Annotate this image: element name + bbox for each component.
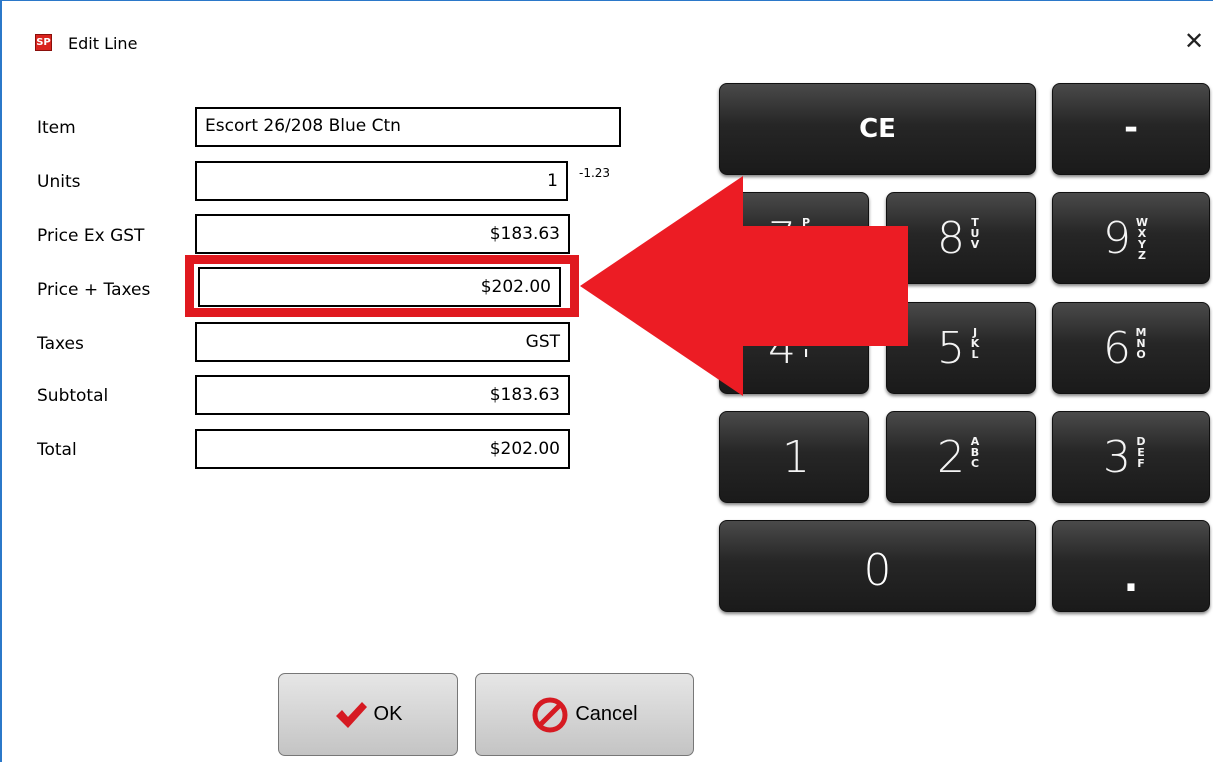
keypad-3-button[interactable]: 3 DEF xyxy=(1052,411,1210,503)
units-hint: -1.23 xyxy=(579,166,611,180)
keypad-9-button[interactable]: 9 WXYZ xyxy=(1052,192,1210,284)
price-ex-gst-label: Price Ex GST xyxy=(37,226,145,246)
dot-label: . xyxy=(1123,555,1139,601)
subtotal-label: Subtotal xyxy=(37,386,109,406)
subtotal-field[interactable]: $183.63 xyxy=(195,375,570,415)
keypad-8-button[interactable]: 8 TUV xyxy=(886,192,1036,284)
keypad-6-button[interactable]: 6 MNO xyxy=(1052,302,1210,394)
letters-8: TUV xyxy=(970,216,980,251)
cancel-label: Cancel xyxy=(575,703,638,725)
letters-4: HI xyxy=(801,336,811,360)
digit-7: 7 xyxy=(768,213,796,264)
units-field[interactable]: 1 xyxy=(195,161,568,201)
keypad-7-button[interactable]: 7 P xyxy=(719,192,869,284)
keypad-0-button[interactable]: 0 xyxy=(719,520,1036,612)
digit-8: 8 xyxy=(937,213,965,264)
ok-label: OK xyxy=(373,703,403,725)
letters-3: DEF xyxy=(1136,435,1146,470)
edit-line-dialog: SP Edit Line ✕ Item Units Price Ex GST P… xyxy=(0,0,1213,762)
keypad-ce-button[interactable]: CE xyxy=(719,83,1036,175)
keypad-1-button[interactable]: 1 xyxy=(719,411,869,503)
prohibited-icon xyxy=(532,697,568,732)
price-plus-taxes-label: Price + Taxes xyxy=(37,280,151,300)
taxes-label: Taxes xyxy=(37,334,84,354)
total-field[interactable]: $202.00 xyxy=(195,429,570,469)
window-title: Edit Line xyxy=(68,34,138,53)
cancel-button[interactable]: Cancel xyxy=(475,673,694,756)
digit-6: 6 xyxy=(1103,323,1131,374)
keypad-4-button[interactable]: 4 HI xyxy=(719,302,869,394)
title-bar: SP Edit Line ✕ xyxy=(2,1,1213,55)
letters-9: WXYZ xyxy=(1135,216,1149,262)
units-label: Units xyxy=(37,172,81,192)
digit-5: 5 xyxy=(937,323,965,374)
close-icon[interactable]: ✕ xyxy=(1180,27,1208,55)
letters-7: P xyxy=(801,216,811,229)
keypad-5-button[interactable]: 5 JKL xyxy=(886,302,1036,394)
price-ex-gst-field[interactable]: $183.63 xyxy=(195,214,570,254)
keypad-minus-button[interactable]: - xyxy=(1052,83,1210,175)
keypad-2-button[interactable]: 2 ABC xyxy=(886,411,1036,503)
ce-label: CE xyxy=(859,114,896,144)
digit-2: 2 xyxy=(937,432,965,483)
digit-0: 0 xyxy=(863,545,892,596)
digit-1: 1 xyxy=(782,432,810,483)
letters-5: JKL xyxy=(970,326,980,361)
taxes-field[interactable]: GST xyxy=(195,322,570,362)
item-label: Item xyxy=(37,118,76,138)
checkmark-icon xyxy=(335,701,367,728)
digit-3: 3 xyxy=(1103,432,1131,483)
digit-9: 9 xyxy=(1103,213,1131,264)
letters-6: MNO xyxy=(1135,326,1147,361)
item-field[interactable]: Escort 26/208 Blue Ctn xyxy=(195,107,621,147)
letters-2: ABC xyxy=(970,435,980,470)
total-label: Total xyxy=(37,440,77,460)
keypad-dot-button[interactable]: . xyxy=(1052,520,1210,612)
price-plus-taxes-field[interactable]: $202.00 xyxy=(198,267,561,307)
digit-4: 4 xyxy=(768,323,796,374)
minus-label: - xyxy=(1123,108,1139,148)
ok-button[interactable]: OK xyxy=(278,673,458,756)
app-icon: SP xyxy=(35,34,52,51)
